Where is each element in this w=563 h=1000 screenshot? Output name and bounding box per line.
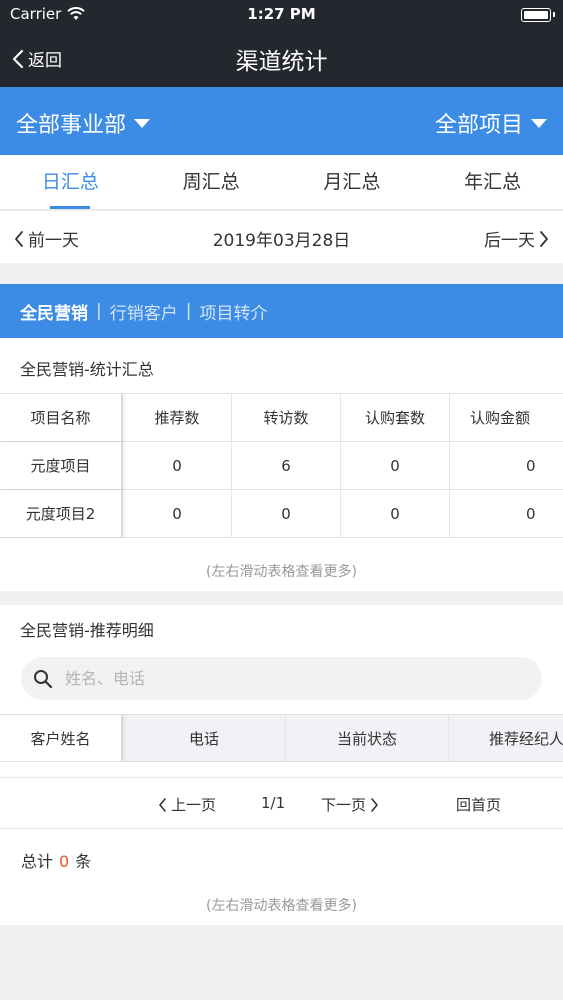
search-icon [34,669,53,688]
table-header-row: 项目名称 推荐数 转访数 认购套数 认购金额 [0,394,563,442]
pagination: 上一页 1/1 下一页 回首页 [0,777,563,829]
table-cell: 0 [123,442,232,489]
total-suffix: 条 [75,852,92,871]
search-input[interactable] [65,669,542,688]
department-dropdown[interactable]: 全部事业部 [16,107,151,139]
segment-marketing-customers[interactable]: 行销客户 [110,299,178,324]
table-row: 元度项目 0 6 0 0 [0,442,563,490]
detail-table-header[interactable]: 客户姓名 电话 当前状态 推荐经纪人 [0,714,563,762]
table-cell: 0 [341,490,450,537]
table-cell: 0 [526,456,536,475]
tab-daily[interactable]: 日汇总 [0,155,141,209]
department-label: 全部事业部 [16,113,127,138]
project-dropdown[interactable]: 全部项目 [435,107,547,139]
next-day-label: 后一天 [484,231,535,251]
detail-card: 全民营销-推荐明细 客户姓名 电话 当前状态 推荐经纪人 上一页 1/1 下一页… [0,605,563,925]
column-header: 当前状态 [286,715,449,761]
next-day-button[interactable]: 后一天 [484,226,549,251]
chevron-left-icon [159,797,166,812]
table-row: 元度项目2 0 0 0 0 [0,490,563,538]
table-cell: 元度项目 [0,442,123,489]
summary-title: 全民营销-统计汇总 [20,360,154,379]
table-cell: 6 [232,442,341,489]
segment-separator: | [96,301,102,321]
column-header: 推荐经纪人 [489,729,563,748]
segment-all-marketing[interactable]: 全民营销 [20,299,88,324]
table-cell: 0 [232,490,341,537]
search-bar [21,657,542,700]
column-header: 推荐数 [123,394,232,441]
next-page-button[interactable]: 下一页 [321,794,379,815]
segment-separator: | [185,301,192,321]
first-page-button[interactable]: 回首页 [456,794,501,815]
table-cell: 元度项目2 [0,490,123,537]
summary-card: 全民营销-统计汇总 项目名称 推荐数 转访数 认购套数 认购金额 元度项目 0 … [0,338,563,591]
date-navigator: 前一天 2019年03月28日 后一天 [0,211,563,263]
table-cell: 0 [123,490,232,537]
column-header: 认购套数 [341,394,450,441]
tab-yearly[interactable]: 年汇总 [422,155,563,209]
scroll-hint: (左右滑动表格查看更多) [206,898,357,914]
column-header: 客户姓名 [0,715,123,761]
segment-project-referral[interactable]: 项目转介 [199,299,267,324]
tab-weekly[interactable]: 周汇总 [141,155,282,209]
battery-icon [521,8,555,22]
status-time: 1:27 PM [247,5,316,23]
scroll-hint: (左右滑动表格查看更多) [206,564,357,580]
nav-bar: 返回 渠道统计 [0,30,563,87]
caret-down-icon [134,118,151,128]
channel-segment: 全民营销 | 行销客户 | 项目转介 [0,284,563,338]
column-header: 认购金额 [470,409,531,427]
period-tabs: 日汇总 周汇总 月汇总 年汇总 [0,155,563,210]
page-title: 渠道统计 [235,49,328,75]
caret-down-icon [531,118,547,128]
prev-page-label: 上一页 [171,796,217,814]
current-date: 2019年03月28日 [212,231,351,251]
status-bar: Carrier 1:27 PM [0,0,563,30]
chevron-right-icon [371,797,378,812]
page-indicator: 1/1 [261,794,286,812]
tab-monthly[interactable]: 月汇总 [282,155,423,209]
detail-title: 全民营销-推荐明细 [20,621,154,640]
column-header: 电话 [123,715,286,761]
total-number: 0 [59,852,70,871]
chevron-right-icon [540,230,548,247]
table-cell: 0 [526,504,536,523]
next-page-label: 下一页 [321,796,367,814]
column-header: 项目名称 [0,394,123,441]
project-label: 全部项目 [434,113,523,138]
total-prefix: 总计 [21,852,54,871]
table-cell: 0 [341,442,450,489]
column-header: 转访数 [232,394,341,441]
summary-table[interactable]: 项目名称 推荐数 转访数 认购套数 认购金额 元度项目 0 6 0 0 元度项目… [0,393,563,538]
total-count: 总计 0 条 [21,848,91,872]
filter-bar: 全部事业部 全部项目 [0,87,563,155]
prev-page-button[interactable]: 上一页 [158,794,216,815]
